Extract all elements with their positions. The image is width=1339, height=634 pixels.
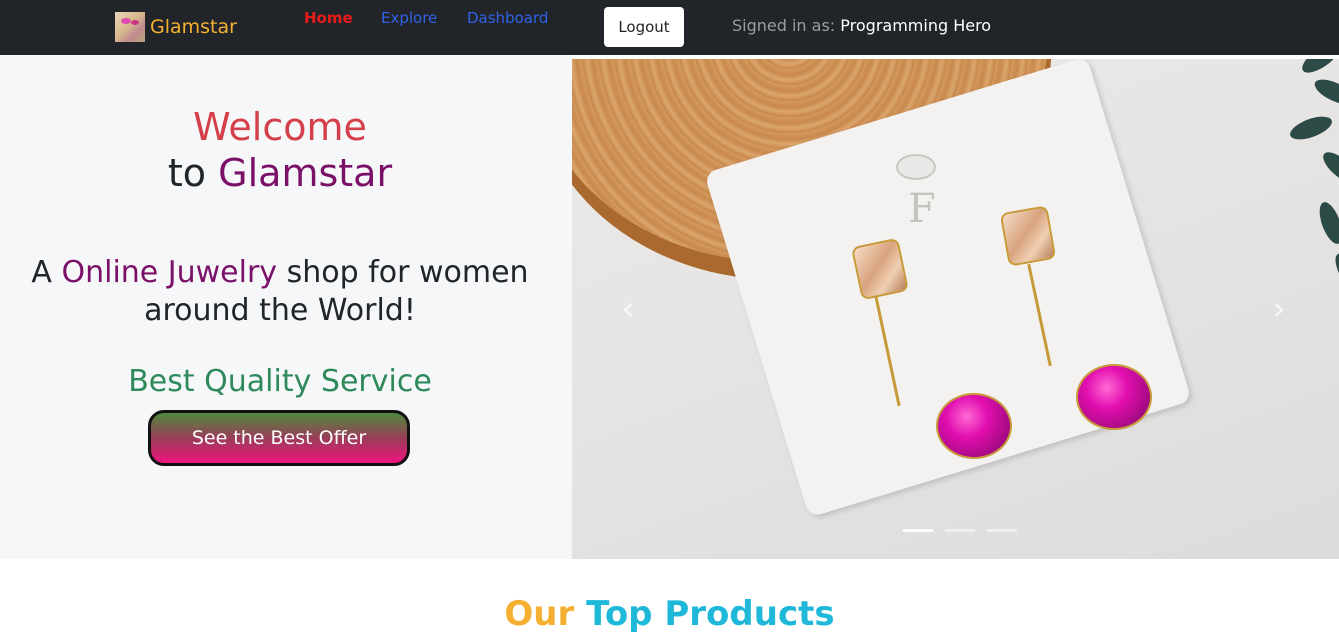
nav-link-dashboard[interactable]: Dashboard [467, 9, 548, 27]
hero-tagline-line1: A Online Juwelry shop for women [0, 255, 560, 290]
hero-to-brand: to Glamstar [0, 151, 560, 195]
signed-in-status: Signed in as: Programming Hero [732, 16, 991, 35]
tagline-a: A [31, 255, 52, 290]
card-hole [896, 154, 936, 180]
carousel-indicator-2[interactable] [945, 529, 975, 532]
hero-tagline-line2: around the World! [144, 293, 416, 328]
hero-to: to [167, 151, 207, 195]
nav-link-explore[interactable]: Explore [381, 9, 437, 27]
carousel-indicator-3[interactable] [987, 529, 1017, 532]
best-offer-button[interactable]: See the Best Offer [148, 410, 410, 466]
chevron-right-icon: › [1272, 289, 1286, 329]
earring-right-bottom-gem [1076, 364, 1152, 430]
products-title-word2: Top Products [586, 594, 835, 634]
carousel-indicators [903, 529, 1029, 532]
brand-name: Glamstar [150, 16, 237, 38]
hero-panel: Welcome to Glamstar A Online Juwelry sho… [0, 55, 572, 559]
tagline-b: shop for women [286, 255, 529, 290]
brand-logo-icon [115, 12, 145, 42]
hero-quality: Best Quality Service [128, 364, 432, 399]
card-letter: F [908, 186, 936, 232]
hero-brand-name: Glamstar [218, 151, 393, 195]
hero-welcome: Welcome [193, 105, 367, 149]
logout-button[interactable]: Logout [604, 7, 684, 47]
brand-link[interactable]: Glamstar [115, 12, 237, 42]
earring-left-bottom-gem [936, 393, 1012, 459]
hero-carousel: F ‹ › [572, 59, 1339, 559]
navbar: Glamstar Home Explore Dashboard Logout S… [0, 0, 1339, 55]
products-title-word1: Our [504, 594, 575, 634]
nav-link-home[interactable]: Home [304, 9, 353, 27]
carousel-indicator-1[interactable] [903, 529, 933, 532]
products-section-title: Our Top Products [0, 594, 1339, 634]
earring-right-top-gem [999, 205, 1057, 267]
chevron-left-icon: ‹ [621, 289, 635, 329]
carousel-next-button[interactable]: › [1259, 284, 1299, 334]
carousel-prev-button[interactable]: ‹ [608, 284, 648, 334]
tagline-highlight: Online Juwelry [61, 255, 278, 290]
user-name: Programming Hero [840, 16, 992, 35]
signed-in-prefix: Signed in as: [732, 16, 836, 35]
